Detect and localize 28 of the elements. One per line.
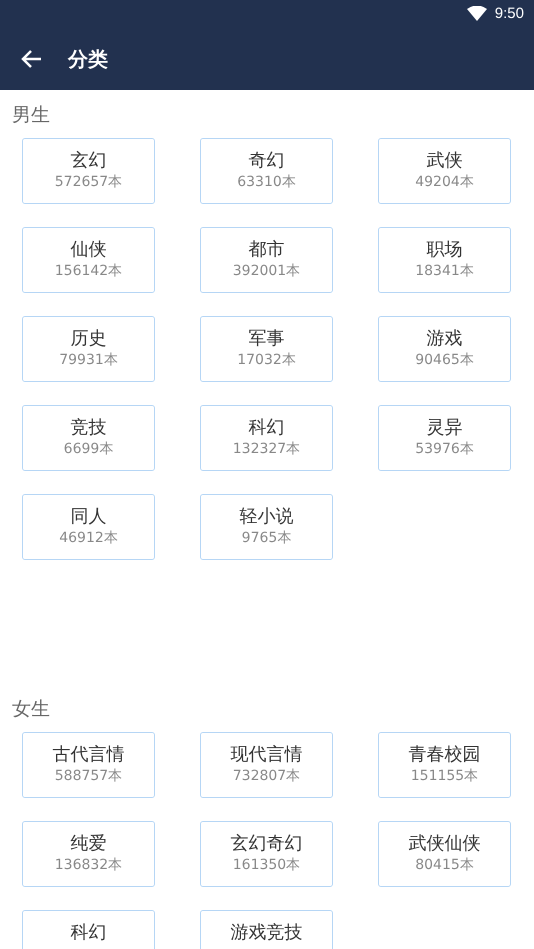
category-card[interactable]: 游戏竞技 (200, 910, 333, 949)
category-card[interactable]: 军事 17032本 (200, 316, 333, 382)
category-card[interactable]: 科幻 132327本 (200, 405, 333, 471)
category-card[interactable]: 游戏 90465本 (378, 316, 511, 382)
category-card[interactable]: 古代言情 588757本 (22, 732, 155, 798)
category-card[interactable]: 现代言情 732807本 (200, 732, 333, 798)
category-card[interactable]: 玄幻 572657本 (22, 138, 155, 204)
category-card[interactable]: 奇幻 63310本 (200, 138, 333, 204)
category-card[interactable]: 历史 79931本 (22, 316, 155, 382)
category-card[interactable]: 灵异 53976本 (378, 405, 511, 471)
category-card[interactable]: 玄幻奇幻 161350本 (200, 821, 333, 887)
category-card[interactable]: 科幻 (22, 910, 155, 949)
category-card[interactable]: 轻小说 9765本 (200, 494, 333, 560)
category-card[interactable]: 青春校园 151155本 (378, 732, 511, 798)
category-card[interactable]: 仙侠 156142本 (22, 227, 155, 293)
back-arrow-icon (21, 48, 43, 70)
category-card[interactable]: 同人 46912本 (22, 494, 155, 560)
category-card[interactable]: 竞技 6699本 (22, 405, 155, 471)
category-card[interactable]: 武侠 49204本 (378, 138, 511, 204)
wifi-icon (466, 6, 487, 22)
category-card[interactable]: 职场 18341本 (378, 227, 511, 293)
category-card[interactable]: 武侠仙侠 80415本 (378, 821, 511, 887)
section-title: 男生 (12, 102, 50, 128)
status-time: 9:50 (494, 4, 524, 24)
section-title: 女生 (12, 696, 50, 722)
page-title: 分类 (68, 46, 108, 73)
category-card[interactable]: 都市 392001本 (200, 227, 333, 293)
category-card[interactable]: 纯爱 136832本 (22, 821, 155, 887)
